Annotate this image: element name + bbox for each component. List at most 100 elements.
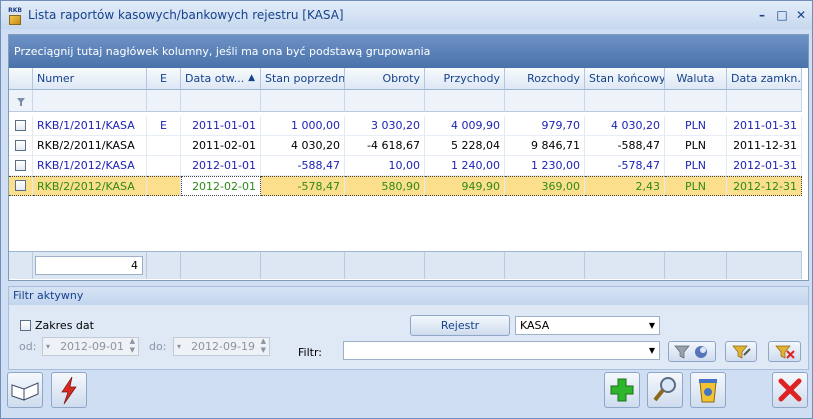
footer-cell xyxy=(505,251,585,279)
maximize-button[interactable]: □ xyxy=(774,7,790,23)
spin-updown-icon: ▲ ▼ xyxy=(260,337,266,354)
filter-clear-icon xyxy=(775,345,795,359)
cell-stan-koncowy: 2,43 xyxy=(585,176,665,196)
magnifier-icon xyxy=(653,377,676,402)
book-button[interactable] xyxy=(7,372,43,408)
apply-filter-button[interactable] xyxy=(668,341,716,362)
filtr-label: Filtr: xyxy=(298,346,322,359)
clear-filter-button[interactable] xyxy=(768,341,801,362)
do-date-value: 2012-09-19 xyxy=(191,340,255,353)
header-data-otw[interactable]: Data otw... ▲ xyxy=(181,68,261,90)
close-window-button[interactable]: ✕ xyxy=(793,7,809,23)
header-rozchody[interactable]: Rozchody xyxy=(505,68,585,90)
cell-przychody: 949,90 xyxy=(425,176,505,196)
search-button[interactable] xyxy=(647,372,683,408)
filter-cell-e[interactable] xyxy=(147,90,181,112)
cell-data-otw: 2011-01-01 xyxy=(181,116,261,136)
header-e[interactable]: E xyxy=(147,68,181,90)
add-button[interactable] xyxy=(604,372,640,408)
footer-cell xyxy=(147,251,181,279)
main-window: RKB Lista raportów kasowych/bankowych re… xyxy=(0,0,813,419)
filter-cell-rozchody[interactable] xyxy=(505,90,585,112)
footer-cell xyxy=(181,251,261,279)
cell-numer: RKB/1/2012/KASA xyxy=(33,156,147,176)
filter-cell-waluta[interactable] xyxy=(665,90,727,112)
row-checkbox[interactable] xyxy=(15,160,26,171)
cell-obroty: -4 618,67 xyxy=(345,136,425,156)
cell-waluta: PLN xyxy=(665,136,727,156)
rejestr-select[interactable]: KASA ▼ xyxy=(515,316,660,335)
header-obroty[interactable]: Obroty xyxy=(345,68,425,90)
group-by-panel[interactable]: Przeciągnij tutaj nagłówek kolumny, jeśl… xyxy=(9,35,808,68)
od-date-field[interactable]: ▾ 2012-09-01 ▲ ▼ xyxy=(42,337,139,356)
cell-data-zamkn: 2012-12-31 xyxy=(727,176,802,196)
footer-cell xyxy=(585,251,665,279)
footer-cell-numer: 4 xyxy=(33,251,147,279)
filter-cell-data-zamkn[interactable] xyxy=(727,90,802,112)
cell-rozchody: 979,70 xyxy=(505,116,585,136)
footer-cell xyxy=(665,251,727,279)
od-label: od: xyxy=(19,340,37,353)
report-grid: Przeciągnij tutaj nagłówek kolumny, jeśl… xyxy=(8,34,809,281)
cell-data-zamkn: 2011-12-31 xyxy=(727,136,802,156)
zakres-dat-checkbox[interactable] xyxy=(20,320,31,331)
filter-options-button[interactable] xyxy=(725,341,757,362)
cell-rozchody: 9 846,71 xyxy=(505,136,585,156)
cell-przychody: 5 228,04 xyxy=(425,136,505,156)
header-stan-koncowy[interactable]: Stan końcowy xyxy=(585,68,665,90)
footer-cell xyxy=(425,251,505,279)
header-stan-poprzedni[interactable]: Stan poprzedni xyxy=(261,68,345,90)
header-waluta[interactable]: Waluta xyxy=(665,68,727,90)
cell-obroty: 10,00 xyxy=(345,156,425,176)
filter-cell-stan-koncowy[interactable] xyxy=(585,90,665,112)
footer-cell xyxy=(261,251,345,279)
cell-przychody: 4 009,90 xyxy=(425,116,505,136)
row-checkbox[interactable] xyxy=(15,180,26,191)
cell-stan-koncowy: -578,47 xyxy=(585,156,665,176)
cell-stan-poprzedni: -588,47 xyxy=(261,156,345,176)
row-checkbox[interactable] xyxy=(15,120,26,131)
header-przychody[interactable]: Przychody xyxy=(425,68,505,90)
spin-updown-icon: ▲ ▼ xyxy=(129,337,135,354)
filtr-input[interactable]: ▼ xyxy=(343,341,660,360)
cell-data-otw-focused[interactable]: 2012-02-01 xyxy=(181,176,261,196)
spin-left-icon: ▾ xyxy=(177,342,182,351)
header-data-zamkn[interactable]: Data zamkn. xyxy=(727,68,802,90)
logo-text: RKB xyxy=(8,7,22,14)
cell-numer: RKB/2/2011/KASA xyxy=(33,136,147,156)
filter-cell-data-otw[interactable] xyxy=(181,90,261,112)
filter-row-icon[interactable] xyxy=(9,90,33,112)
cell-waluta: PLN xyxy=(665,116,727,136)
zakres-dat-label: Zakres dat xyxy=(35,319,94,332)
close-button[interactable] xyxy=(772,372,808,408)
cell-stan-poprzedni: 4 030,20 xyxy=(261,136,345,156)
rkb-logo-icon: RKB xyxy=(6,6,24,25)
filter-cell-przychody[interactable] xyxy=(425,90,505,112)
rejestr-button[interactable]: Rejestr xyxy=(410,315,510,336)
cell-data-otw: 2011-02-01 xyxy=(181,136,261,156)
filter-panel-title[interactable]: Filtr aktywny xyxy=(9,287,808,305)
cell-numer: RKB/2/2012/KASA xyxy=(33,176,147,196)
filter-cell-obroty[interactable] xyxy=(345,90,425,112)
title-bar[interactable]: RKB Lista raportów kasowych/bankowych re… xyxy=(1,1,812,29)
filter-cell-numer[interactable] xyxy=(33,90,147,112)
select-column-header[interactable] xyxy=(9,68,33,90)
do-label: do: xyxy=(149,340,167,353)
lightning-icon xyxy=(61,376,77,405)
do-date-field[interactable]: ▾ 2012-09-19 ▲ ▼ xyxy=(173,337,270,356)
header-numer[interactable]: Numer xyxy=(33,68,147,90)
header-data-otw-label: Data otw... xyxy=(185,72,245,85)
cell-data-otw: 2012-01-01 xyxy=(181,156,261,176)
footer-cell xyxy=(727,251,802,279)
footer-cell xyxy=(345,251,425,279)
filter-cell-stan-poprzedni[interactable] xyxy=(261,90,345,112)
minimize-button[interactable]: – xyxy=(754,7,770,23)
delete-to-bin-button[interactable] xyxy=(690,372,726,408)
plus-icon xyxy=(610,378,634,402)
row-checkbox[interactable] xyxy=(15,140,26,151)
lightning-button[interactable] xyxy=(51,372,87,408)
cell-rozchody: 1 230,00 xyxy=(505,156,585,176)
cell-e xyxy=(147,136,181,156)
cell-stan-poprzedni: 1 000,00 xyxy=(261,116,345,136)
chevron-down-icon: ▼ xyxy=(648,346,655,355)
